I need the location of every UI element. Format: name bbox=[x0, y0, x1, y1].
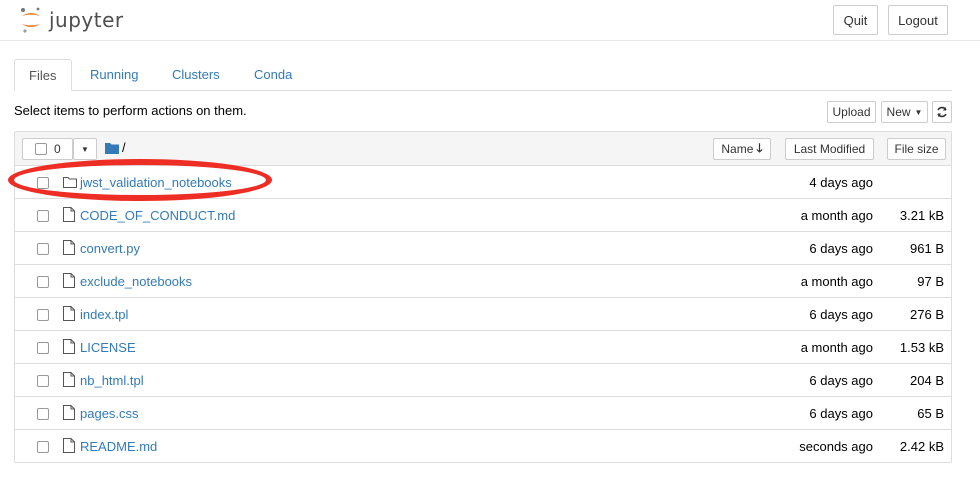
file-rows: jwst_validation_notebooks 4 days ago CODE_… bbox=[15, 166, 951, 462]
file-row[interactable]: index.tpl 6 days ago 276 B bbox=[15, 298, 951, 331]
file-last-modified: a month ago bbox=[800, 274, 873, 289]
caret-down-icon: ▼ bbox=[914, 107, 923, 117]
instruction-text: Select items to perform actions on them. bbox=[14, 103, 247, 118]
file-list-header: 0 ▼ / Name 🡓 Last Modified File size bbox=[15, 132, 951, 166]
file-name-link[interactable]: CODE_OF_CONDUCT.md bbox=[80, 208, 235, 223]
quit-button[interactable]: Quit bbox=[833, 5, 878, 35]
file-name-link[interactable]: README.md bbox=[80, 439, 157, 454]
file-last-modified: 6 days ago bbox=[809, 307, 873, 322]
file-last-modified: 4 days ago bbox=[809, 175, 873, 190]
tab-clusters[interactable]: Clusters bbox=[158, 59, 234, 90]
row-checkbox[interactable] bbox=[37, 309, 49, 321]
file-row[interactable]: CODE_OF_CONDUCT.md a month ago 3.21 kB bbox=[15, 199, 951, 232]
sort-last-modified-button[interactable]: Last Modified bbox=[785, 138, 874, 160]
row-checkbox[interactable] bbox=[37, 276, 49, 288]
select-all-checkbox[interactable] bbox=[35, 143, 47, 155]
header-bar: jupyter Quit Logout bbox=[0, 0, 980, 41]
logo-text: jupyter bbox=[49, 8, 124, 32]
file-row[interactable]: jwst_validation_notebooks 4 days ago bbox=[15, 166, 951, 199]
sort-file-size-button[interactable]: File size bbox=[887, 138, 946, 160]
selected-count: 0 bbox=[54, 142, 61, 156]
new-dropdown-button[interactable]: New ▼ bbox=[881, 101, 928, 123]
file-last-modified: 6 days ago bbox=[809, 241, 873, 256]
file-list: 0 ▼ / Name 🡓 Last Modified File size jws… bbox=[14, 131, 952, 463]
file-last-modified: seconds ago bbox=[799, 439, 873, 454]
file-icon bbox=[63, 405, 75, 423]
select-dropdown-button[interactable]: ▼ bbox=[73, 138, 97, 160]
row-checkbox[interactable] bbox=[37, 408, 49, 420]
row-checkbox[interactable] bbox=[37, 210, 49, 222]
file-size: 1.53 kB bbox=[899, 340, 944, 355]
file-last-modified: a month ago bbox=[800, 340, 873, 355]
file-name-link[interactable]: index.tpl bbox=[80, 307, 128, 322]
file-last-modified: a month ago bbox=[800, 208, 873, 223]
row-checkbox[interactable] bbox=[37, 177, 49, 189]
row-checkbox[interactable] bbox=[37, 342, 49, 354]
file-name-link[interactable]: exclude_notebooks bbox=[80, 274, 192, 289]
file-icon bbox=[63, 306, 75, 324]
jupyter-logo-icon bbox=[21, 7, 40, 33]
sort-name-button[interactable]: Name 🡓 bbox=[713, 138, 771, 160]
arrow-down-icon: 🡓 bbox=[756, 140, 763, 155]
file-last-modified: 6 days ago bbox=[809, 406, 873, 421]
file-size: 961 B bbox=[910, 241, 944, 256]
sort-name-label: Name bbox=[721, 142, 754, 156]
caret-down-icon: ▼ bbox=[81, 144, 89, 154]
file-size: 2.42 kB bbox=[899, 439, 944, 454]
file-row[interactable]: exclude_notebooks a month ago 97 B bbox=[15, 265, 951, 298]
file-row[interactable]: LICENSE a month ago 1.53 kB bbox=[15, 331, 951, 364]
folder-outline-icon bbox=[63, 176, 77, 191]
file-name-link[interactable]: jwst_validation_notebooks bbox=[80, 175, 232, 190]
file-size: 204 B bbox=[910, 373, 944, 388]
file-size: 65 B bbox=[917, 406, 944, 421]
file-icon bbox=[63, 438, 75, 456]
refresh-icon bbox=[937, 106, 947, 118]
folder-icon bbox=[105, 143, 119, 154]
file-size: 3.21 kB bbox=[899, 208, 944, 223]
jupyter-logo[interactable]: jupyter bbox=[19, 6, 124, 34]
file-size: 276 B bbox=[910, 307, 944, 322]
row-checkbox[interactable] bbox=[37, 243, 49, 255]
file-icon bbox=[63, 207, 75, 225]
row-checkbox[interactable] bbox=[37, 441, 49, 453]
new-label: New bbox=[886, 105, 911, 119]
file-icon bbox=[63, 273, 75, 291]
file-icon bbox=[63, 240, 75, 258]
row-checkbox[interactable] bbox=[37, 375, 49, 387]
refresh-button[interactable] bbox=[932, 101, 952, 123]
tab-files[interactable]: Files bbox=[14, 59, 72, 91]
file-row[interactable]: pages.css 6 days ago 65 B bbox=[15, 397, 951, 430]
upload-button[interactable]: Upload bbox=[827, 101, 876, 123]
file-icon bbox=[63, 372, 75, 390]
file-row[interactable]: README.md seconds ago 2.42 kB bbox=[15, 430, 951, 462]
file-name-link[interactable]: pages.css bbox=[80, 406, 139, 421]
file-name-link[interactable]: nb_html.tpl bbox=[80, 373, 144, 388]
file-name-link[interactable]: LICENSE bbox=[80, 340, 136, 355]
tab-running[interactable]: Running bbox=[76, 59, 152, 90]
select-all-checkbox-button[interactable]: 0 bbox=[22, 138, 73, 160]
breadcrumb[interactable]: / bbox=[122, 140, 126, 155]
tab-conda[interactable]: Conda bbox=[240, 59, 306, 90]
file-icon bbox=[63, 339, 75, 357]
main-tabs: Files Running Clusters Conda bbox=[14, 59, 952, 91]
file-row[interactable]: convert.py 6 days ago 961 B bbox=[15, 232, 951, 265]
logout-button[interactable]: Logout bbox=[888, 5, 948, 35]
file-size: 97 B bbox=[917, 274, 944, 289]
file-row[interactable]: nb_html.tpl 6 days ago 204 B bbox=[15, 364, 951, 397]
file-last-modified: 6 days ago bbox=[809, 373, 873, 388]
file-name-link[interactable]: convert.py bbox=[80, 241, 140, 256]
